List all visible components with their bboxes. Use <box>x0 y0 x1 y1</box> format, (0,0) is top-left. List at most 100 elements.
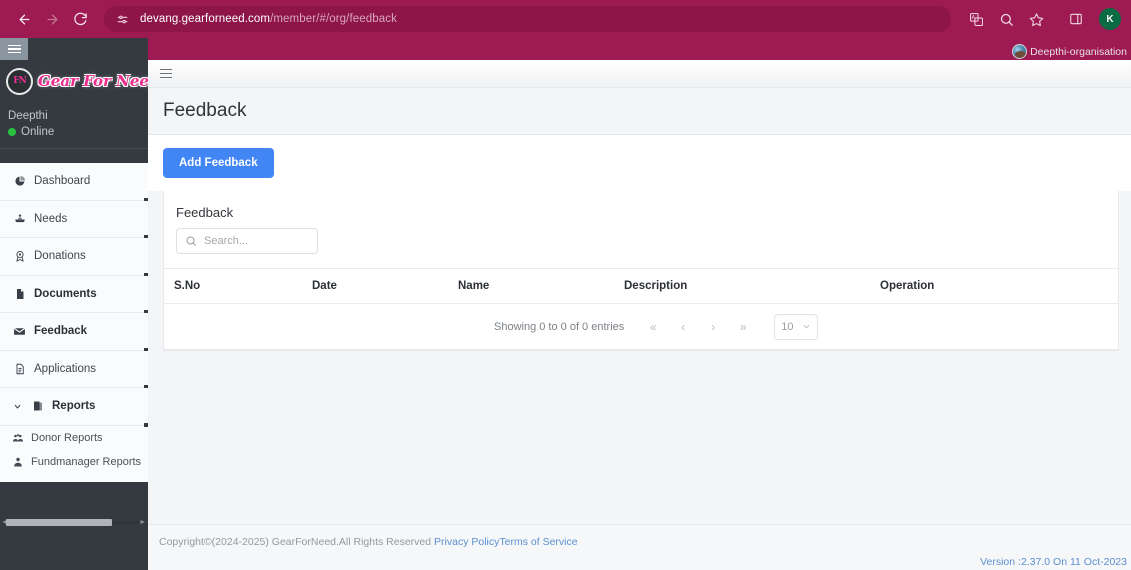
sidebar-item-label: Applications <box>34 362 97 375</box>
dashboard-pie-icon <box>13 175 26 187</box>
sidebar: FN Gear For Need Deepthi Online Dashboar… <box>0 38 148 570</box>
sidebar-user-status: Online <box>8 126 148 138</box>
action-band: Add Feedback <box>148 135 1131 191</box>
hamburger-icon <box>7 43 21 56</box>
pagination-next-button[interactable]: › <box>698 320 728 334</box>
column-header-date[interactable]: Date <box>312 268 458 304</box>
footer-version: Version :2.37.0 On 11 Oct-2023 <box>980 556 1127 568</box>
sidebar-item-applications[interactable]: Applications <box>0 350 148 389</box>
sidebar-toggle-button[interactable] <box>0 38 28 60</box>
needs-hand-icon <box>13 213 26 225</box>
column-header-description[interactable]: Description <box>624 268 880 304</box>
brand-name: Gear For Need <box>38 72 148 90</box>
privacy-policy-link[interactable]: Privacy Policy <box>434 536 499 548</box>
card-title: Feedback <box>176 205 234 220</box>
search-icon <box>185 235 197 247</box>
feedback-table: S.No Date Name Description Operation <box>164 268 1118 304</box>
url-text: devang.gearforneed.com/member/#/org/feed… <box>140 13 397 25</box>
terms-of-service-link[interactable]: Terms of Service <box>499 536 577 548</box>
table-header-row: S.No Date Name Description Operation <box>164 268 1118 304</box>
feedback-envelope-icon <box>13 325 26 338</box>
sidebar-item-label: Donations <box>34 250 86 263</box>
sidebar-item-feedback[interactable]: Feedback <box>0 313 148 352</box>
sidebar-item-fundmanager-reports[interactable]: Fundmanager Reports <box>0 449 148 474</box>
organisation-chip[interactable]: Deepthi-organisation <box>1012 44 1127 59</box>
main-content: Deepthi-organisation Feedback Add Feedba… <box>148 38 1131 570</box>
sidebar-subitem-label: Fundmanager Reports <box>31 455 142 468</box>
hamburger-icon[interactable] <box>160 66 172 81</box>
sidebar-user-block: Deepthi Online <box>0 102 148 149</box>
sidebar-item-label: Dashboard <box>34 175 91 188</box>
brand-logo[interactable]: FN Gear For Need <box>0 60 148 102</box>
brand-emblem-icon: FN <box>6 67 33 95</box>
brand-monogram: FN <box>13 76 27 86</box>
sidebar-item-label: Documents <box>34 287 97 300</box>
feedback-card: Feedback S.No Date Name Description Oper… <box>163 191 1119 351</box>
url-host: devang.gearforneed.com <box>140 13 271 25</box>
pagination-row: Showing 0 to 0 of 0 entries « ‹ › » 10 <box>164 304 1118 350</box>
pagination-first-button[interactable]: « <box>638 320 668 334</box>
column-header-operation[interactable]: Operation <box>880 268 1118 304</box>
feedback-table-header: S.No Date Name Description Operation <box>164 268 1118 304</box>
sidebar-item-label: Needs <box>34 212 68 225</box>
reload-icon[interactable] <box>66 5 94 33</box>
address-bar[interactable]: devang.gearforneed.com/member/#/org/feed… <box>104 6 951 32</box>
search-icon[interactable] <box>993 6 1019 32</box>
browser-actions: A K <box>963 6 1121 32</box>
page-size-value: 10 <box>781 320 794 333</box>
online-status-dot <box>8 128 16 136</box>
sidebar-item-documents[interactable]: Documents <box>0 275 148 314</box>
organisation-name: Deepthi-organisation <box>1030 45 1127 58</box>
sidebar-item-label: Feedback <box>34 325 88 338</box>
sidebar-item-dashboard[interactable]: Dashboard <box>0 163 148 202</box>
star-icon[interactable] <box>1023 6 1049 32</box>
page-size-select[interactable]: 10 <box>774 313 819 340</box>
column-header-sno[interactable]: S.No <box>164 268 312 304</box>
sidebar-item-donor-reports[interactable]: Donor Reports <box>0 425 148 450</box>
application-window: FN Gear For Need Deepthi Online Dashboar… <box>0 38 1131 570</box>
pagination-last-button[interactable]: » <box>728 320 758 334</box>
scrollbar-thumb[interactable] <box>6 519 112 526</box>
back-arrow-icon[interactable] <box>10 5 38 33</box>
sidebar-horizontal-scrollbar[interactable]: ◄ ► <box>1 519 146 526</box>
search-input[interactable] <box>204 235 309 247</box>
footer-copyright: Copyright©(2024-2025) GearForNeed.All Ri… <box>159 536 578 548</box>
sidebar-nav: Dashboard Needs Donations Documents Feed… <box>0 163 148 482</box>
forward-arrow-icon[interactable] <box>38 5 66 33</box>
reports-book-icon <box>31 400 44 412</box>
sidebar-item-donations[interactable]: Donations <box>0 238 148 277</box>
site-settings-icon[interactable] <box>114 11 130 27</box>
donations-badge-icon <box>13 250 26 263</box>
profile-avatar[interactable]: K <box>1099 8 1121 30</box>
search-field[interactable] <box>176 228 318 254</box>
page-header: Feedback <box>148 88 1131 135</box>
add-feedback-button[interactable]: Add Feedback <box>163 148 274 178</box>
app-footer: Copyright©(2024-2025) GearForNeed.All Ri… <box>148 524 1131 570</box>
pagination-prev-button[interactable]: ‹ <box>668 320 698 334</box>
translate-icon[interactable]: A <box>963 6 989 32</box>
sidebar-user-status-label: Online <box>21 126 55 138</box>
entries-info: Showing 0 to 0 of 0 entries <box>494 320 625 333</box>
browser-toolbar: devang.gearforneed.com/member/#/org/feed… <box>0 0 1131 38</box>
column-header-name[interactable]: Name <box>458 268 624 304</box>
sidebar-item-needs[interactable]: Needs <box>0 200 148 239</box>
feedback-card-header: Feedback <box>164 191 1118 254</box>
app-accent-strip <box>0 38 1131 60</box>
applications-file-icon <box>13 363 26 375</box>
sidebar-reports-submenu: Donor Reports Fundmanager Reports <box>0 425 148 482</box>
fundmanager-person-icon <box>11 456 24 468</box>
documents-file-icon <box>13 288 26 300</box>
donor-group-icon <box>11 432 24 444</box>
side-panel-icon[interactable] <box>1063 6 1089 32</box>
sidebar-item-tick <box>144 422 148 427</box>
url-path: /member/#/org/feedback <box>270 13 397 25</box>
organisation-avatar <box>1012 44 1028 59</box>
sidebar-subitem-label: Donor Reports <box>31 431 103 444</box>
page-title: Feedback <box>163 100 247 121</box>
footer-copyright-text: Copyright©(2024-2025) GearForNeed.All Ri… <box>159 536 435 548</box>
scroll-right-arrow-icon[interactable]: ► <box>139 519 146 526</box>
sidebar-item-reports[interactable]: Reports <box>0 388 148 427</box>
chevron-down-icon <box>802 322 811 331</box>
app-topbar: Deepthi-organisation <box>148 44 1131 88</box>
sidebar-user-name: Deepthi <box>8 110 48 122</box>
